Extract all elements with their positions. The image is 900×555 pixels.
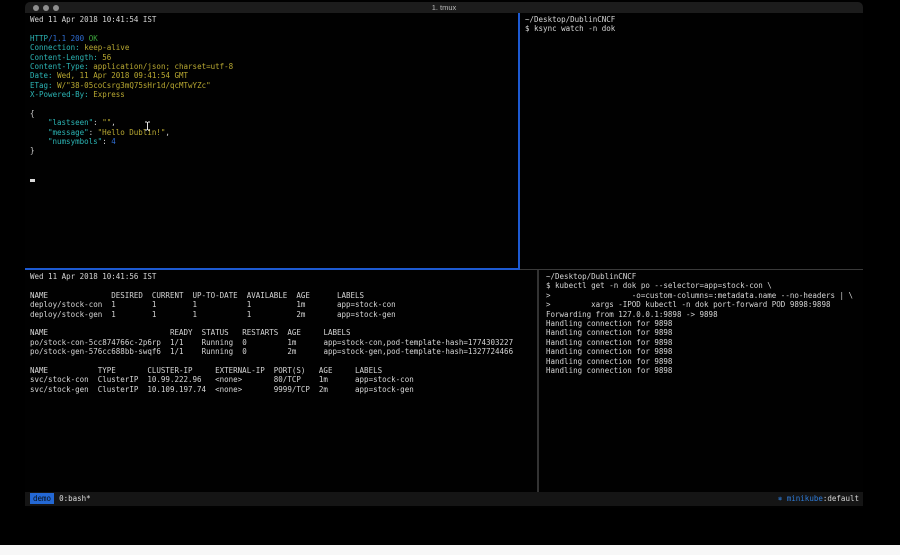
table-header-row: NAMEREADYSTATUSRESTARTSAGELABELS bbox=[30, 328, 542, 337]
http-version-code: /1.1 200 bbox=[48, 34, 84, 43]
mouse-ibeam-cursor bbox=[144, 121, 151, 133]
response-header: ETag:W/"38-05coCsrg3mQ75sHr1d/qcMTwYZc" bbox=[30, 81, 523, 90]
tmux-terminal: Wed 11 Apr 2018 10:41:54 IST HTTP/1.1 20… bbox=[25, 13, 863, 508]
prompt-line bbox=[30, 175, 523, 184]
table-header-row: NAMEDESIREDCURRENTUP-TO-DATEAVAILABLEAGE… bbox=[30, 291, 542, 300]
pane-port-forward[interactable]: ~/Desktop/DublinCNCF $ kubectl get -n do… bbox=[539, 270, 870, 494]
deployments-table: NAMEDESIREDCURRENTUP-TO-DATEAVAILABLEAGE… bbox=[30, 291, 542, 319]
helm-wheel-icon: ⎈ bbox=[778, 494, 783, 503]
json-field: "numsymbols"4 bbox=[30, 137, 523, 146]
command-continuation: > -o=custom-columns=:metadata.name --no-… bbox=[546, 291, 870, 300]
desktop-background: 1. tmux Wed 11 Apr 2018 10:41:54 IST HTT… bbox=[0, 0, 900, 555]
table-row: svc/stock-conClusterIP10.99.222.96<none>… bbox=[30, 375, 542, 384]
pane-kubectl-tables[interactable]: Wed 11 Apr 2018 10:41:56 IST NAMEDESIRED… bbox=[25, 270, 542, 494]
json-field: "lastseen""", bbox=[30, 118, 523, 127]
pods-table: NAMEREADYSTATUSRESTARTSAGELABELS po/stoc… bbox=[30, 328, 542, 356]
table-row: po/stock-gen-576cc688bb-swqf61/1Running0… bbox=[30, 347, 542, 356]
table-row: deploy/stock-gen11112mapp=stock-gen bbox=[30, 310, 542, 319]
handling-line: Handling connection for 9898 bbox=[546, 357, 870, 366]
table-row: deploy/stock-con11111mapp=stock-con bbox=[30, 300, 542, 309]
response-header: Content-Type:application/json; charset=u… bbox=[30, 62, 523, 71]
terminal-window: 1. tmux Wed 11 Apr 2018 10:41:54 IST HTT… bbox=[25, 2, 863, 508]
terminal-cursor bbox=[30, 179, 35, 182]
services-table: NAMETYPECLUSTER-IPEXTERNAL-IPPORT(S)AGEL… bbox=[30, 366, 542, 394]
response-header: X-Powered-By:Express bbox=[30, 90, 523, 99]
kube-namespace: :default bbox=[823, 494, 859, 503]
session-badge[interactable]: demo bbox=[30, 493, 54, 504]
handling-line: Handling connection for 9898 bbox=[546, 328, 870, 337]
json-field: "message""Hello Dublin!", bbox=[30, 128, 523, 137]
json-open-brace: { bbox=[30, 109, 523, 118]
handling-line: Handling connection for 9898 bbox=[546, 366, 870, 375]
command-line: $ kubectl get -n dok po --selector=app=s… bbox=[546, 281, 870, 290]
page-footer-strip bbox=[0, 545, 900, 555]
table-row: po/stock-con-5cc874766c-2p6rp1/1Running0… bbox=[30, 338, 542, 347]
window-label[interactable]: 0:bash* bbox=[59, 494, 91, 503]
kube-context: minikube bbox=[787, 494, 823, 503]
pane-http-output[interactable]: Wed 11 Apr 2018 10:41:54 IST HTTP/1.1 20… bbox=[25, 13, 523, 270]
handling-line: Handling connection for 9898 bbox=[546, 347, 870, 356]
http-status-text: OK bbox=[84, 34, 98, 43]
response-header: Content-Length:56 bbox=[30, 53, 523, 62]
table-row: svc/stock-genClusterIP10.109.197.74<none… bbox=[30, 385, 542, 394]
timestamp: Wed 11 Apr 2018 10:41:54 IST bbox=[30, 15, 523, 24]
timestamp: Wed 11 Apr 2018 10:41:56 IST bbox=[30, 272, 542, 281]
http-status-line: HTTP/1.1 200OK bbox=[30, 34, 523, 43]
response-header: Connection:keep-alive bbox=[30, 43, 523, 52]
kube-status: ⎈ minikube:default bbox=[778, 492, 859, 506]
cwd-line: ~/Desktop/DublinCNCF bbox=[546, 272, 870, 281]
http-protocol: HTTP bbox=[30, 34, 48, 43]
json-close-brace: } bbox=[30, 146, 523, 155]
titlebar[interactable]: 1. tmux bbox=[25, 2, 863, 13]
handling-line: Handling connection for 9898 bbox=[546, 319, 870, 328]
command-continuation: > xargs -IPOD kubectl -n dok port-forwar… bbox=[546, 300, 870, 309]
command-line: $ ksync watch -n dok bbox=[525, 24, 868, 33]
status-left: demo 0:bash* bbox=[30, 492, 91, 506]
window-title: 1. tmux bbox=[25, 3, 863, 12]
table-header-row: NAMETYPECLUSTER-IPEXTERNAL-IPPORT(S)AGEL… bbox=[30, 366, 542, 375]
forwarding-line: Forwarding from 127.0.0.1:9898 -> 9898 bbox=[546, 310, 870, 319]
handling-line: Handling connection for 9898 bbox=[546, 338, 870, 347]
pane-ksync[interactable]: ~/Desktop/DublinCNCF $ ksync watch -n do… bbox=[520, 13, 868, 270]
response-header: Date:Wed, 11 Apr 2018 09:41:54 GMT bbox=[30, 71, 523, 80]
status-bar: demo 0:bash* ⎈ minikube:default bbox=[25, 492, 863, 506]
cwd-line: ~/Desktop/DublinCNCF bbox=[525, 15, 868, 24]
